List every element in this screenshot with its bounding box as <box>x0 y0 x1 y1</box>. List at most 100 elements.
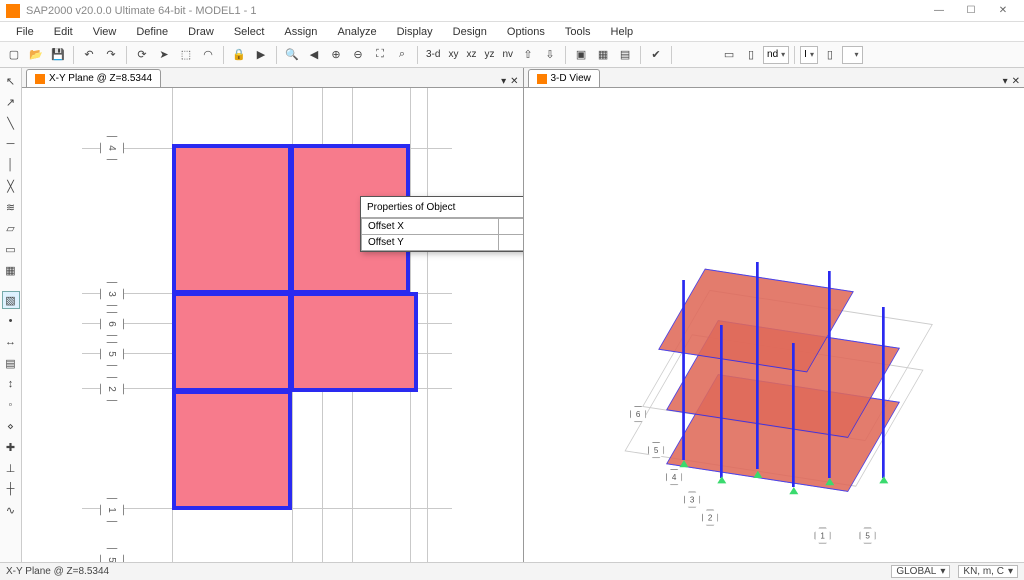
draw-secondary-icon[interactable]: ≋ <box>2 198 20 216</box>
coord-system-combo[interactable]: GLOBAL ▾ <box>891 565 950 578</box>
draw-beam-icon[interactable]: ─ <box>2 135 20 153</box>
rubber-band-icon[interactable]: ⬚ <box>176 45 196 65</box>
zoom-window-icon[interactable]: ⌕ <box>392 45 412 65</box>
prop-value[interactable]: 0. <box>499 219 523 235</box>
view-yz-button[interactable]: yz <box>481 49 497 60</box>
snap-grid-icon[interactable]: ┼ <box>2 480 20 498</box>
snap-mid-icon[interactable]: ⋄ <box>2 417 20 435</box>
column[interactable] <box>792 343 795 487</box>
move-up-icon[interactable]: ⇧ <box>518 45 538 65</box>
run-icon[interactable]: ▶ <box>251 45 271 65</box>
zoom-previous-icon[interactable]: ◀ <box>304 45 324 65</box>
menu-edit[interactable]: Edit <box>46 24 81 40</box>
object-shrink-icon[interactable]: ▣ <box>571 45 591 65</box>
view-xy-button[interactable]: xy <box>445 49 461 60</box>
grid-bubble-label: 1 <box>820 532 825 541</box>
menu-view[interactable]: View <box>85 24 125 40</box>
menu-tools[interactable]: Tools <box>557 24 599 40</box>
menu-analyze[interactable]: Analyze <box>329 24 384 40</box>
move-down-icon[interactable]: ⇩ <box>540 45 560 65</box>
area-object[interactable] <box>172 144 292 294</box>
set-display-icon[interactable]: ✔ <box>646 45 666 65</box>
select-tool-icon[interactable]: ↖ <box>2 72 20 90</box>
view-tab-3d[interactable]: 3-D View <box>528 69 600 87</box>
draw-column-icon[interactable]: │ <box>2 156 20 174</box>
view-3d-button[interactable]: 3-d <box>423 49 443 60</box>
frame-section-combo[interactable]: ▾ <box>842 46 863 64</box>
area-object[interactable] <box>172 390 292 510</box>
draw-rect-area-icon[interactable]: ▭ <box>2 240 20 258</box>
toggle-grid-icon[interactable]: ▤ <box>615 45 635 65</box>
column[interactable] <box>756 262 759 469</box>
draw-grid-icon[interactable]: ▤ <box>2 354 20 372</box>
view-xz-button[interactable]: xz <box>463 49 479 60</box>
quick-area-icon[interactable]: ▦ <box>2 261 20 279</box>
draw-frame-icon[interactable]: ╲ <box>2 114 20 132</box>
column[interactable] <box>720 325 723 478</box>
prop-label: Offset Y <box>362 235 499 251</box>
zoom-out-icon[interactable]: ⊖ <box>348 45 368 65</box>
lock-icon[interactable]: 🔒 <box>229 45 249 65</box>
view-dropdown-icon[interactable]: ▾ <box>501 76 506 87</box>
column[interactable] <box>882 307 885 478</box>
canvas-3d[interactable]: 6 5 4 3 2 1 5 <box>524 88 1024 562</box>
pointer-icon[interactable]: ➤ <box>154 45 174 65</box>
menu-file[interactable]: File <box>8 24 42 40</box>
units-combo[interactable]: KN, m, C ▾ <box>958 565 1018 578</box>
zoom-realtime-icon[interactable]: 🔍 <box>282 45 302 65</box>
area-object[interactable] <box>290 292 418 392</box>
view-tab-xy[interactable]: X-Y Plane @ Z=8.5344 <box>26 69 161 87</box>
view-nv-button[interactable]: nv <box>499 49 516 60</box>
draw-poly-area-icon[interactable]: ▧ <box>2 291 20 309</box>
snap-end-icon[interactable]: ◦ <box>2 396 20 414</box>
menu-draw[interactable]: Draw <box>180 24 222 40</box>
end-release-combo[interactable]: I▾ <box>800 46 818 64</box>
redo-icon[interactable]: ↷ <box>101 45 121 65</box>
view-close-icon[interactable]: ✕ <box>510 76 518 87</box>
menu-assign[interactable]: Assign <box>276 24 325 40</box>
draw-joint-icon[interactable]: • <box>2 312 20 330</box>
column[interactable] <box>682 280 685 460</box>
snap-line-icon[interactable]: ∿ <box>2 501 20 519</box>
grid-bubble-label: 4 <box>672 473 677 482</box>
dimension-icon[interactable]: ↕ <box>2 375 20 393</box>
window-maximize-button[interactable]: ☐ <box>956 2 986 20</box>
draw-area-icon[interactable]: ▱ <box>2 219 20 237</box>
window-title: SAP2000 v20.0.0 Ultimate 64-bit - MODEL1… <box>26 5 924 17</box>
prop-value[interactable]: 0. <box>499 235 523 251</box>
open-icon[interactable]: 📂 <box>26 45 46 65</box>
refresh-icon[interactable]: ⟳ <box>132 45 152 65</box>
snap-perp-icon[interactable]: ⊥ <box>2 459 20 477</box>
properties-of-object-dialog[interactable]: Properties of Object ✕ Offset X 0. Offse… <box>360 196 523 252</box>
section-cut-icon[interactable]: ▭ <box>719 45 739 65</box>
window-close-button[interactable]: ✕ <box>988 2 1018 20</box>
draw-brace-icon[interactable]: ╳ <box>2 177 20 195</box>
undo-icon[interactable]: ↶ <box>79 45 99 65</box>
section-props-icon[interactable]: ▯ <box>820 45 840 65</box>
snap-int-icon[interactable]: ✚ <box>2 438 20 456</box>
menu-display[interactable]: Display <box>389 24 441 40</box>
zoom-extents-icon[interactable]: ⛶ <box>370 45 390 65</box>
canvas-xy[interactable]: 4 3 6 5 2 1 5 Properties of Object ✕ Off… <box>22 88 523 562</box>
draw-link-icon[interactable]: ↔ <box>2 333 20 351</box>
lasso-icon[interactable]: ◠ <box>198 45 218 65</box>
zoom-in-icon[interactable]: ⊕ <box>326 45 346 65</box>
named-view-combo[interactable]: nd▾ <box>763 46 789 64</box>
menu-options[interactable]: Options <box>499 24 553 40</box>
column[interactable] <box>828 271 831 478</box>
dialog-header[interactable]: Properties of Object ✕ <box>361 197 523 218</box>
menu-define[interactable]: Define <box>128 24 176 40</box>
extrude-icon[interactable]: ▯ <box>741 45 761 65</box>
save-icon[interactable]: 💾 <box>48 45 68 65</box>
area-object[interactable] <box>172 292 292 392</box>
view-close-icon[interactable]: ✕ <box>1012 76 1020 87</box>
menu-design[interactable]: Design <box>445 24 495 40</box>
window-minimize-button[interactable]: — <box>924 2 954 20</box>
view-dropdown-icon[interactable]: ▾ <box>1003 76 1008 87</box>
dialog-title: Properties of Object <box>367 202 455 213</box>
menu-help[interactable]: Help <box>603 24 642 40</box>
object-fill-icon[interactable]: ▦ <box>593 45 613 65</box>
menu-select[interactable]: Select <box>226 24 273 40</box>
new-icon[interactable]: ▢ <box>4 45 24 65</box>
reshape-tool-icon[interactable]: ↗ <box>2 93 20 111</box>
